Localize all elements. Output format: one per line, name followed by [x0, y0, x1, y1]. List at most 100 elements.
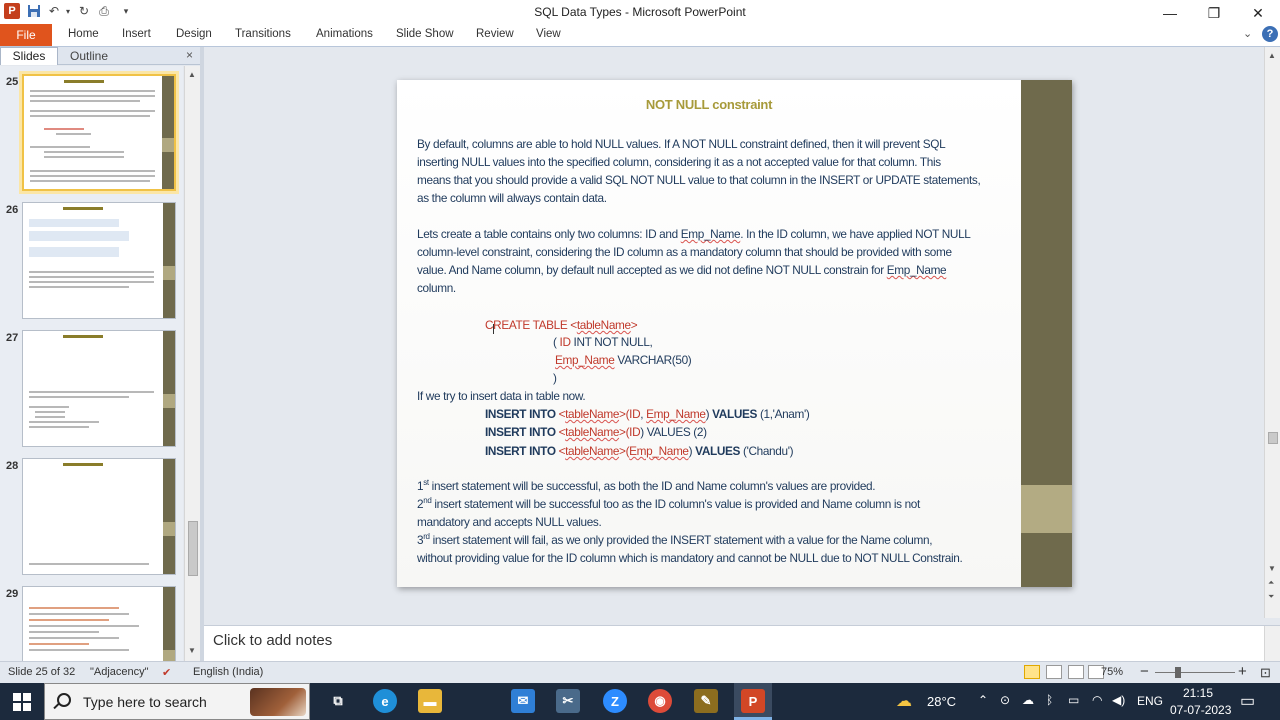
thumbnail-text-line	[44, 151, 124, 153]
thumbnail-text-line	[29, 625, 139, 627]
body-line: If we try to insert data in table now.	[417, 389, 586, 403]
input-language[interactable]: ENG	[1137, 694, 1163, 708]
scroll-up-icon[interactable]: ▲	[1268, 51, 1276, 60]
text-run: >(	[619, 444, 630, 458]
pane-close-icon[interactable]: ×	[186, 48, 193, 62]
battery-icon[interactable]: ▭	[1068, 693, 1079, 707]
text-run: INSERT INTO	[485, 444, 556, 458]
fit-to-window-icon[interactable]: ⊡	[1260, 665, 1271, 681]
slide-accent-bar	[1021, 485, 1072, 533]
tab-transitions[interactable]: Transitions	[235, 28, 291, 40]
scroll-up-icon[interactable]: ▲	[188, 70, 196, 79]
theme-name[interactable]: "Adjacency"	[90, 666, 149, 678]
tab-home[interactable]: Home	[68, 28, 99, 40]
clock-time[interactable]: 21:15	[1183, 686, 1213, 700]
scrollbar-thumb[interactable]	[188, 521, 198, 576]
thumbnail-number: 26	[6, 204, 19, 216]
slide-title[interactable]: NOT NULL constraint	[397, 97, 1021, 112]
normal-view-icon[interactable]	[1024, 665, 1040, 679]
close-button[interactable]: ✕	[1236, 0, 1280, 26]
ribbon-collapse-icon[interactable]: ⌄	[1243, 27, 1252, 40]
onedrive-icon[interactable]: ☁	[1022, 693, 1034, 707]
tab-design[interactable]: Design	[176, 28, 212, 40]
notification-icon[interactable]: ▭	[1240, 691, 1255, 711]
help-icon[interactable]: ?	[1262, 26, 1278, 42]
slide-sorter-icon[interactable]	[1046, 665, 1062, 679]
window-title: SQL Data Types - Microsoft PowerPoint	[534, 5, 746, 19]
text-run: insert statement will be successful, as …	[428, 479, 876, 493]
reading-view-icon[interactable]	[1068, 665, 1084, 679]
taskbar-search-box[interactable]: Type here to search	[44, 683, 310, 720]
task-view-icon[interactable]: ⧉	[326, 689, 350, 713]
tab-file[interactable]: File	[0, 24, 52, 46]
tab-view[interactable]: View	[536, 28, 561, 40]
text-run: Emp_Name	[646, 407, 706, 421]
tab-insert[interactable]: Insert	[122, 28, 151, 40]
body-line: means that you should provide a valid SQ…	[417, 173, 981, 187]
body-line: 2nd insert statement will be successful …	[417, 497, 920, 511]
slide-thumbnail[interactable]	[22, 330, 176, 447]
mail-icon[interactable]: ✉	[511, 689, 535, 713]
zoom-level[interactable]: 75%	[1101, 666, 1123, 678]
thumbnail-text-line	[29, 406, 69, 408]
tab-animations[interactable]: Animations	[316, 28, 373, 40]
minimize-button[interactable]: —	[1148, 0, 1192, 26]
weather-icon[interactable]: ☁	[896, 691, 912, 711]
edge-icon[interactable]: e	[373, 689, 397, 713]
zoom-out-icon[interactable]: −	[1140, 663, 1149, 680]
language-indicator[interactable]: English (India)	[193, 666, 263, 678]
slide-pane-tabs: Slides Outline ×	[0, 47, 200, 65]
volume-icon[interactable]: ◀)	[1112, 693, 1125, 707]
snipping-tool-icon[interactable]: ✂	[556, 689, 580, 713]
spellcheck-icon[interactable]: ✔	[162, 666, 171, 679]
tray-chevron-icon[interactable]: ⌃	[978, 693, 988, 707]
tab-outline[interactable]: Outline	[70, 49, 108, 63]
slide-thumbnail[interactable]	[22, 586, 176, 661]
slide-thumbnail[interactable]	[22, 202, 176, 319]
start-button[interactable]	[0, 683, 44, 720]
previous-slide-icon[interactable]: ⏶	[1268, 578, 1274, 588]
code-line: )	[553, 371, 557, 385]
thumbnail-title	[63, 463, 103, 466]
clock-date[interactable]: 07-07-2023	[1170, 703, 1231, 717]
notes-placeholder[interactable]: Click to add notes	[213, 632, 332, 649]
thumbnail-text-line	[30, 146, 90, 148]
wifi-icon[interactable]: ◠	[1092, 693, 1102, 707]
thumbnail-scrollbar[interactable]: ▲ ▼	[184, 66, 200, 661]
code-editor-icon[interactable]: ✎	[694, 689, 718, 713]
chrome-icon[interactable]: ◉	[648, 689, 672, 713]
zoom-slider[interactable]	[1155, 672, 1235, 673]
thumbnail-accent-bar	[162, 138, 174, 152]
thumbnail-text-line	[44, 156, 124, 158]
meet-now-icon[interactable]: ⊙	[1000, 693, 1010, 707]
slide-canvas[interactable]: NOT NULL constraint By default, columns …	[397, 80, 1072, 587]
search-placeholder[interactable]: Type here to search	[83, 694, 207, 710]
scroll-down-icon[interactable]: ▼	[188, 646, 196, 655]
scrollbar-thumb[interactable]	[1268, 432, 1278, 444]
thumbnail-text-line	[30, 170, 155, 172]
tab-slides[interactable]: Slides	[0, 47, 58, 65]
zoom-slider-handle[interactable]	[1175, 667, 1181, 678]
powerpoint-taskbar-icon[interactable]: P	[741, 689, 765, 713]
notes-pane[interactable]: Click to add notes	[204, 625, 1280, 662]
next-slide-icon[interactable]: ⏷	[1268, 592, 1274, 602]
file-explorer-icon[interactable]: ▬	[418, 689, 442, 713]
slide-thumbnail[interactable]	[22, 74, 176, 191]
bluetooth-icon[interactable]: ᛒ	[1046, 693, 1053, 707]
restore-button[interactable]: ❐	[1192, 0, 1236, 26]
scroll-down-icon[interactable]: ▼	[1268, 564, 1276, 573]
thumbnail-text-line	[29, 607, 119, 609]
body-line: Lets create a table contains only two co…	[417, 227, 971, 241]
slide-scrollbar[interactable]: ▲ ▼ ⏶ ⏷	[1264, 47, 1280, 618]
tab-slide-show[interactable]: Slide Show	[396, 28, 454, 40]
zoom-in-icon[interactable]: +	[1238, 663, 1247, 680]
notes-scrollbar[interactable]	[1264, 626, 1280, 662]
text-run: tableName	[565, 425, 620, 439]
notes-splitter[interactable]	[204, 618, 1280, 625]
pane-splitter[interactable]	[200, 47, 204, 661]
text-run: >(	[619, 425, 630, 439]
tab-review[interactable]: Review	[476, 28, 514, 40]
slide-thumbnail[interactable]	[22, 458, 176, 575]
zoom-app-icon[interactable]: Z	[603, 689, 627, 713]
temperature[interactable]: 28°C	[927, 694, 956, 709]
